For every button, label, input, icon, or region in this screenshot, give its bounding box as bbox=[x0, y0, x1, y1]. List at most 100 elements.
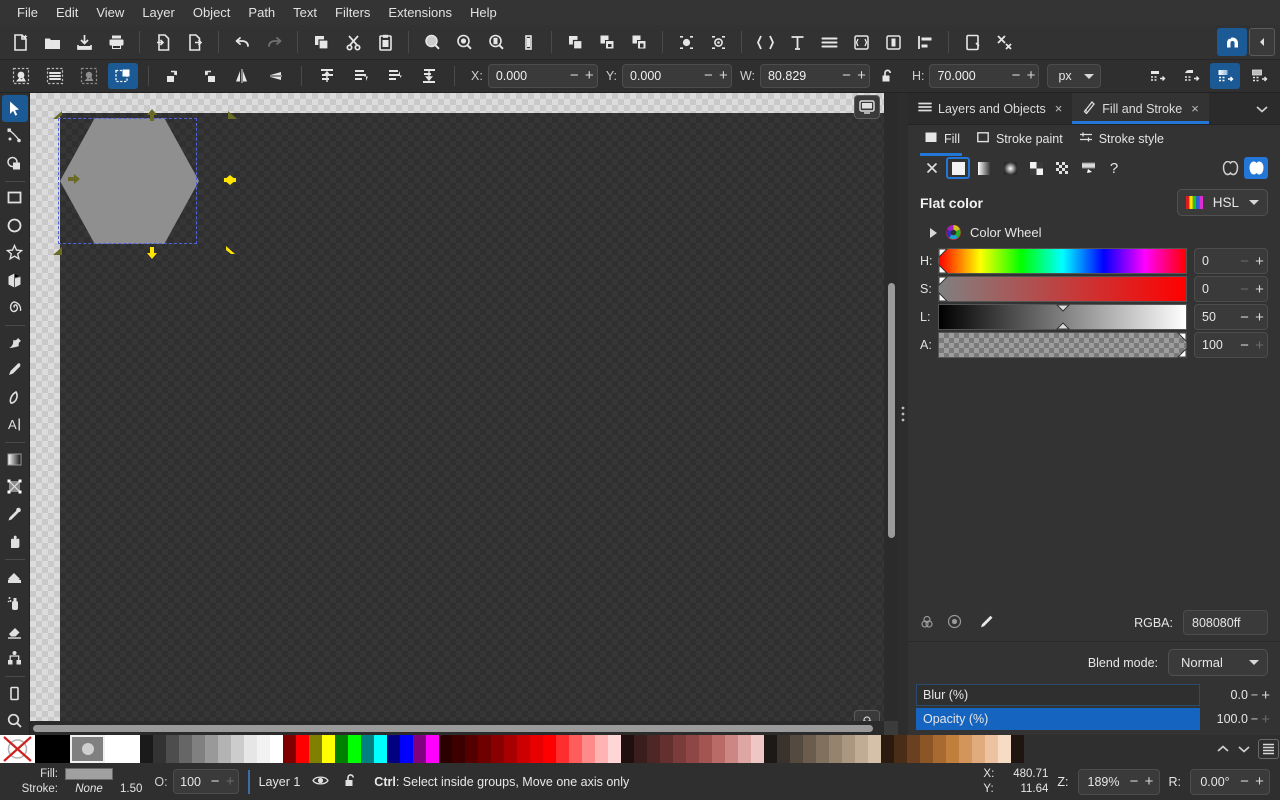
palette-swatch[interactable] bbox=[439, 735, 452, 763]
palette-swatch[interactable] bbox=[283, 735, 296, 763]
paint-none-button[interactable] bbox=[920, 157, 944, 179]
palette-swatch[interactable] bbox=[387, 735, 400, 763]
paint-pattern-button[interactable] bbox=[1024, 157, 1048, 179]
dock-tab-fill-and-stroke[interactable]: Fill and Stroke × bbox=[1072, 93, 1209, 124]
print-icon[interactable] bbox=[101, 28, 131, 56]
selection-handles[interactable] bbox=[48, 107, 248, 262]
palette-swatch[interactable] bbox=[348, 735, 361, 763]
menu-edit[interactable]: Edit bbox=[47, 2, 87, 23]
hue-minus[interactable]: − bbox=[1237, 253, 1252, 270]
paint-bucket-icon[interactable] bbox=[2, 563, 28, 590]
star-icon[interactable] bbox=[2, 239, 28, 266]
palette-menu-button[interactable] bbox=[1257, 739, 1279, 759]
eraser-icon[interactable] bbox=[2, 618, 28, 645]
menu-help[interactable]: Help bbox=[461, 2, 506, 23]
w-minus[interactable]: − bbox=[839, 65, 854, 87]
palette-swatch[interactable] bbox=[270, 735, 283, 763]
status-opacity-plus[interactable]: + bbox=[223, 773, 238, 790]
select-all-icon[interactable] bbox=[6, 63, 36, 89]
hue-value-field[interactable]: 0 − + bbox=[1194, 248, 1268, 274]
scale-corners-icon[interactable] bbox=[1176, 63, 1206, 89]
menu-view[interactable]: View bbox=[87, 2, 133, 23]
clip-icon[interactable] bbox=[671, 28, 701, 56]
w-input[interactable] bbox=[760, 69, 839, 83]
pick-color-button[interactable] bbox=[978, 613, 995, 633]
palette-swatch[interactable] bbox=[543, 735, 556, 763]
redo-arrow-icon[interactable] bbox=[259, 28, 289, 56]
rectangle-icon[interactable] bbox=[2, 184, 28, 211]
palette-swatch[interactable] bbox=[712, 735, 725, 763]
connector-icon[interactable] bbox=[2, 645, 28, 672]
palette-swatch[interactable] bbox=[686, 735, 699, 763]
raise-to-top-icon[interactable] bbox=[312, 63, 342, 89]
x-input[interactable] bbox=[488, 69, 567, 83]
palette-swatch[interactable] bbox=[959, 735, 972, 763]
menu-filters[interactable]: Filters bbox=[326, 2, 379, 23]
w-plus[interactable]: + bbox=[854, 65, 869, 87]
palette-swatch[interactable] bbox=[0, 735, 35, 763]
dock-menu-button[interactable] bbox=[1244, 93, 1280, 124]
palette-swatch[interactable] bbox=[556, 735, 569, 763]
palette-swatch[interactable] bbox=[70, 735, 105, 763]
magnifier-icon[interactable] bbox=[2, 707, 28, 734]
palette-swatch[interactable] bbox=[933, 735, 946, 763]
eye-icon[interactable] bbox=[312, 774, 330, 790]
palette-swatch[interactable] bbox=[920, 735, 933, 763]
status-opacity-minus[interactable]: − bbox=[208, 773, 223, 790]
canvas-horizontal-scrollbar[interactable] bbox=[30, 721, 884, 735]
palette-swatch[interactable] bbox=[777, 735, 790, 763]
fill-swatch[interactable] bbox=[65, 768, 113, 780]
palette-swatch[interactable] bbox=[595, 735, 608, 763]
x-field[interactable]: − + bbox=[487, 64, 598, 88]
saturation-plus[interactable]: + bbox=[1252, 281, 1267, 298]
blur-plus[interactable]: + bbox=[1261, 687, 1270, 704]
canvas-vertical-scrollbar[interactable] bbox=[884, 93, 898, 721]
node-editor-icon[interactable] bbox=[2, 123, 28, 150]
flip-horizontal-icon[interactable] bbox=[227, 63, 257, 89]
fill-indicator[interactable]: Fill: bbox=[16, 767, 142, 782]
snap-magnet-icon[interactable] bbox=[1217, 28, 1247, 56]
spray-can-icon[interactable] bbox=[2, 590, 28, 617]
copy-icon[interactable] bbox=[306, 28, 336, 56]
pencil-freehand-icon[interactable] bbox=[2, 329, 28, 356]
transform-pattern-icon[interactable] bbox=[1244, 63, 1274, 89]
lightness-value-field[interactable]: 50 − + bbox=[1194, 304, 1268, 330]
bezier-pen-icon[interactable] bbox=[2, 356, 28, 383]
group-icon[interactable] bbox=[592, 28, 622, 56]
canvas-area[interactable] bbox=[30, 93, 898, 735]
paint-unknown-button[interactable]: ? bbox=[1102, 157, 1126, 179]
palette-swatch[interactable] bbox=[660, 735, 673, 763]
slider-handle[interactable] bbox=[1055, 304, 1070, 330]
fill-stroke-indicator[interactable]: Fill: Stroke: None 1.50 bbox=[6, 767, 143, 797]
palette-swatch[interactable] bbox=[452, 735, 465, 763]
paint-flat-color-button[interactable] bbox=[946, 157, 970, 179]
ungroup-icon[interactable] bbox=[624, 28, 654, 56]
saturation-minus[interactable]: − bbox=[1237, 281, 1252, 298]
hue-plus[interactable]: + bbox=[1252, 253, 1267, 270]
export-icon[interactable] bbox=[180, 28, 210, 56]
w-field[interactable]: − + bbox=[759, 64, 870, 88]
h-field[interactable]: − + bbox=[929, 64, 1040, 88]
palette-swatch[interactable] bbox=[998, 735, 1011, 763]
palette-swatch[interactable] bbox=[608, 735, 621, 763]
deselect-icon[interactable] bbox=[74, 63, 104, 89]
saturation-value-field[interactable]: 0 − + bbox=[1194, 276, 1268, 302]
tab-stroke-paint[interactable]: Stroke paint bbox=[972, 128, 1071, 152]
palette-swatch[interactable] bbox=[816, 735, 829, 763]
display-mode-button[interactable] bbox=[854, 95, 880, 119]
paint-mesh-button[interactable] bbox=[1076, 157, 1100, 179]
palette-swatch[interactable] bbox=[842, 735, 855, 763]
undo-arrow-icon[interactable] bbox=[227, 28, 257, 56]
palette-swatch[interactable] bbox=[374, 735, 387, 763]
select-all-layers-icon[interactable] bbox=[40, 63, 70, 89]
slider-handle[interactable] bbox=[1175, 332, 1187, 358]
opacity-plus[interactable]: + bbox=[1261, 711, 1270, 728]
palette-swatch[interactable] bbox=[530, 735, 543, 763]
palette-scroll-down[interactable] bbox=[1237, 742, 1251, 757]
tweak-hand-icon[interactable] bbox=[2, 528, 28, 555]
document-properties-icon[interactable] bbox=[846, 28, 876, 56]
blend-mode-selector[interactable]: Normal bbox=[1168, 649, 1268, 676]
raise-icon[interactable] bbox=[346, 63, 376, 89]
blur-slider[interactable]: Blur (%) bbox=[916, 684, 1200, 706]
palette-swatch[interactable] bbox=[192, 735, 205, 763]
